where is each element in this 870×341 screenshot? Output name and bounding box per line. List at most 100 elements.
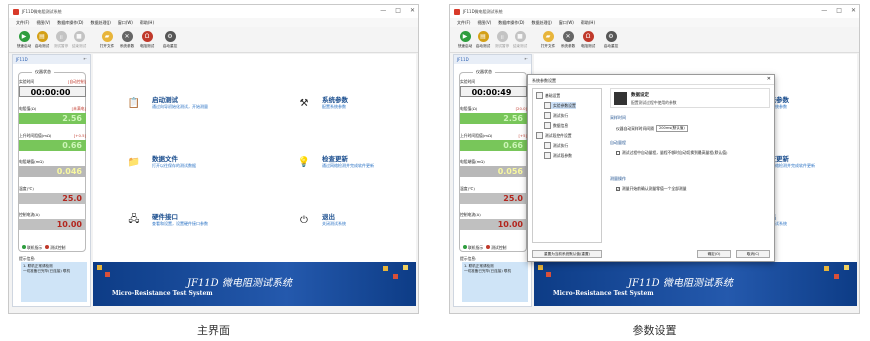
readout-value: 2.56: [460, 113, 527, 124]
toolbar-button[interactable]: ✕ 系统参数: [557, 29, 579, 51]
status-dot-icon: [463, 245, 467, 249]
pause-icon: ॥: [55, 31, 67, 42]
feature-tile[interactable]: 🖧 硬件接口查看和设置，设置硬件接口参数: [127, 209, 267, 239]
close-button[interactable]: ✕: [851, 7, 856, 14]
clipboard-icon: ▤: [36, 31, 48, 42]
tree-node[interactable]: 基础设置: [536, 92, 560, 99]
ok-button[interactable]: 确定(O): [697, 250, 731, 258]
panel-pin-icon[interactable]: ⇤: [525, 56, 528, 61]
menu-item[interactable]: 数据处理(J): [531, 20, 551, 26]
toolbar-button-label: 打开文件: [540, 44, 556, 48]
power-icon: ⏻: [300, 214, 308, 226]
menu-item[interactable]: 帮助(H): [581, 20, 595, 26]
monitor-label: 仪器状态: [473, 69, 495, 75]
reset-defaults-button[interactable]: 重置为当前系统默认值(重置): [532, 250, 602, 258]
tree-node-label: 测试段控件设置: [545, 132, 572, 138]
play-icon: ▶: [18, 31, 30, 42]
minimize-button[interactable]: —: [380, 7, 386, 14]
menu-item[interactable]: 窗口(W): [118, 20, 133, 26]
window-title: JF11D微电阻测试系统: [463, 8, 503, 14]
toolbar-button[interactable]: ⚙ 启动重控: [600, 29, 622, 51]
tree-node-icon: [544, 152, 551, 159]
app-logo-icon: [454, 8, 460, 15]
toolbar-button[interactable]: ▰ 打开文件: [96, 29, 118, 51]
toolbar-button[interactable]: ■ 结束测试: [68, 29, 90, 51]
cancel-button[interactable]: 取消(C): [736, 250, 770, 258]
sample-interval-select[interactable]: 200ms(默认值): [655, 125, 688, 132]
toolbar-button[interactable]: Ω 电阻测试: [136, 29, 158, 51]
maximize-button[interactable]: □: [836, 7, 842, 14]
tree-node[interactable]: 测试段参数: [544, 152, 572, 159]
tree-node[interactable]: 测试执行: [544, 142, 568, 149]
close-button[interactable]: ✕: [410, 7, 415, 14]
feature-tile[interactable]: ⚒ 系统参数配置系统参数: [297, 92, 418, 122]
tips-box: 1. 联机正常请检测 一切准备已完毕(已连接) 联机: [462, 262, 528, 302]
readout-value: 0.046: [19, 166, 86, 177]
readout-field: 控制电流(A) 10.00: [19, 212, 86, 230]
readout-field: 实验时间 00:00:49: [460, 79, 527, 97]
menu-item[interactable]: 视图(V): [36, 20, 50, 26]
maximize-button[interactable]: □: [395, 7, 401, 14]
auto-range-checkbox[interactable]: [616, 151, 620, 155]
option-label: 仪器自动采样时间间隔: [616, 125, 654, 131]
readout-tag: [+5]: [518, 133, 527, 138]
readout-value: 0.056: [460, 166, 527, 177]
feature-tile[interactable]: 📋 启动测试通过向导初始化测试，开始测量: [127, 92, 267, 122]
measure-checkbox[interactable]: ✓: [616, 187, 620, 191]
status-dot-icon: [22, 245, 26, 249]
readout-label: 控制电流(A): [460, 212, 481, 217]
toolbar-button-label: 快速启动: [16, 44, 32, 48]
toolbar-button-label: 电阻测试: [580, 44, 596, 48]
toolbar-button[interactable]: Ω 电阻测试: [577, 29, 599, 51]
tree-node[interactable]: 测试段控件设置: [536, 132, 572, 139]
decor-square: [383, 266, 388, 271]
settings-header: 数据设定 配置测试过程中使用的参数: [610, 88, 770, 108]
indicator-label: 联机指示: [27, 245, 43, 250]
section-title: 采样时间: [610, 115, 626, 120]
tools-icon: ⚒: [299, 97, 309, 109]
toolbar-button-label: 电阻测试: [139, 44, 155, 48]
feature-title: 启动测试: [152, 96, 178, 104]
feature-tile[interactable]: 📁 数据文件打开以往保存的测试数据: [127, 151, 267, 181]
menu-item[interactable]: 数据处理(J): [90, 20, 110, 26]
menu-item[interactable]: 窗口(W): [559, 20, 574, 26]
menu-item[interactable]: 文件(F): [16, 20, 29, 26]
indicator-lights: 联机指示 测试控制: [22, 245, 65, 251]
tree-node[interactable]: 测试执行: [544, 112, 568, 119]
toolbar-button[interactable]: ■ 结束测试: [509, 29, 531, 51]
readout-value: 2.56: [19, 113, 86, 124]
status-dot-icon: [45, 245, 50, 249]
banner-title: JF11D 微电阻测试系统: [628, 278, 733, 289]
tree-node-label: 测试执行: [553, 112, 569, 118]
readout-tag: [+0.5]: [73, 133, 86, 138]
panel-pin-icon[interactable]: ⇤: [84, 56, 87, 61]
decor-square: [844, 265, 849, 270]
omega-icon: Ω: [582, 31, 594, 42]
indicator: 测试控制: [45, 245, 65, 251]
toolbar-button-label: 测试暂停: [494, 44, 510, 48]
tree-node[interactable]: 数据信息: [544, 122, 568, 129]
dialog-close-button[interactable]: ✕: [767, 76, 771, 82]
tree-node[interactable]: 实验参数设置: [544, 102, 576, 109]
hardware-icon: 🖧: [128, 213, 140, 225]
readout-value: 0.66: [460, 140, 527, 151]
menu-item[interactable]: 视图(V): [477, 20, 491, 26]
feature-tile[interactable]: 💡 检查更新通过网络检测并完成软件更新: [297, 151, 418, 181]
feature-title: 检查更新: [322, 155, 348, 163]
product-banner: JF11D 微电阻测试系统 Micro-Resistance Test Syste…: [93, 262, 416, 306]
toolbar-button[interactable]: ✕ 系统参数: [116, 29, 138, 51]
menu-item[interactable]: 帮助(H): [140, 20, 154, 26]
feature-tile[interactable]: ⏻ 退出关闭测试系统: [297, 209, 418, 239]
toolbar-button[interactable]: ⚙ 启动重控: [159, 29, 181, 51]
readout-label: 上升时间阻值(mΩ): [19, 133, 52, 138]
decor-square: [403, 265, 408, 270]
tools-icon: ✕: [562, 31, 574, 42]
menu-item[interactable]: 数据库操作(D): [57, 20, 83, 26]
readout-field: 电阻端值(mΩ) 0.056: [460, 159, 527, 177]
readout-label: 电阻值(Ω): [19, 106, 37, 111]
pause-icon: ॥: [496, 31, 508, 42]
menu-item[interactable]: 数据库操作(D): [498, 20, 524, 26]
menu-item[interactable]: 文件(F): [457, 20, 470, 26]
toolbar-button[interactable]: ▰ 打开文件: [537, 29, 559, 51]
minimize-button[interactable]: —: [821, 7, 827, 14]
